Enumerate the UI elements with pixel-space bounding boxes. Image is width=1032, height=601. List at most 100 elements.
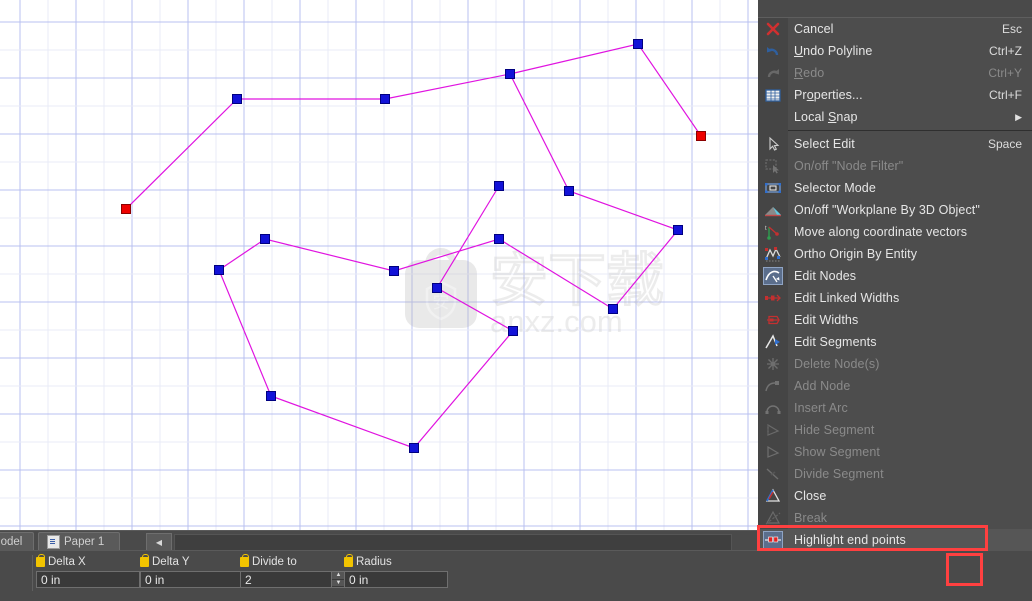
menu-item-label: Selector Mode bbox=[794, 181, 876, 195]
menu-separator bbox=[788, 130, 1032, 131]
menu-item-insert-arc: Insert Arc bbox=[758, 397, 1032, 419]
menu-item-edit-linked-widths[interactable]: Edit Linked Widths bbox=[758, 287, 1032, 309]
menu-item-on-off-workplane-by-3d-object[interactable]: On/off "Workplane By 3D Object" bbox=[758, 199, 1032, 221]
menu-item-move-along-coordinate-vectors[interactable]: t Move along coordinate vectors bbox=[758, 221, 1032, 243]
menu-item-label: Highlight end points bbox=[794, 533, 906, 547]
sheet-tab-model[interactable]: Model bbox=[0, 532, 34, 550]
menu-item-redo: Redo Ctrl+Y bbox=[758, 62, 1032, 84]
sheet-page-icon bbox=[47, 534, 60, 549]
menu-item-label: Hide Segment bbox=[794, 423, 875, 437]
menu-item-label: Local Snap bbox=[794, 110, 858, 124]
cursor-arrow-icon bbox=[763, 135, 783, 153]
spinner-divide-to[interactable]: ▲ ▼ bbox=[331, 572, 345, 587]
field-value-delta-x: 0 in bbox=[41, 572, 61, 587]
lock-icon[interactable] bbox=[240, 554, 249, 567]
menu-item-label: Insert Arc bbox=[794, 401, 848, 415]
menu-item-label: Edit Nodes bbox=[794, 269, 857, 283]
field-label-delta-x: Delta X bbox=[36, 554, 140, 569]
selector-mode-icon bbox=[763, 179, 783, 197]
field-input-delta-y[interactable]: 0 in bbox=[140, 571, 244, 588]
break-polyline-icon bbox=[763, 509, 783, 527]
sheet-tab-paper-1[interactable]: Paper 1 bbox=[38, 532, 120, 550]
menu-item-label: Add Node bbox=[794, 379, 851, 393]
menu-item-label: Undo Polyline bbox=[794, 44, 873, 58]
menu-item-on-off-node-filter: On/off "Node Filter" bbox=[758, 155, 1032, 177]
menu-item-edit-widths[interactable]: Edit Widths bbox=[758, 309, 1032, 331]
menu-item-cancel[interactable]: Cancel Esc bbox=[758, 18, 1032, 40]
close-x-icon bbox=[763, 20, 783, 38]
polyline-geometry[interactable] bbox=[0, 0, 758, 530]
menu-item-hide-segment: Hide Segment bbox=[758, 419, 1032, 441]
menu-item-label: Move along coordinate vectors bbox=[794, 225, 968, 239]
field-input-divide-to[interactable]: 2 ▲ ▼ bbox=[240, 571, 346, 588]
lock-icon[interactable] bbox=[140, 554, 149, 567]
tab-scroll-left-glyph: ◀ bbox=[155, 537, 163, 547]
menu-item-shortcut: Esc bbox=[1001, 22, 1022, 36]
node-filter-icon bbox=[763, 157, 783, 175]
properties-grid-icon bbox=[763, 86, 783, 104]
field-label-text: Radius bbox=[356, 556, 392, 568]
tab-scroll-left-button[interactable]: ◀ bbox=[146, 533, 172, 551]
field-value-radius: 0 in bbox=[349, 572, 369, 587]
undo-arrow-icon bbox=[763, 42, 783, 60]
field-input-delta-x[interactable]: 0 in bbox=[36, 571, 140, 588]
menu-item-label: Close bbox=[794, 489, 827, 503]
menu-item-label: Divide Segment bbox=[794, 467, 884, 481]
field-label-text: Delta Y bbox=[152, 556, 190, 568]
menu-item-label: Redo bbox=[794, 66, 825, 80]
menu-item-highlight-end-points[interactable]: Highlight end points bbox=[758, 529, 1032, 551]
menu-item-shortcut: Ctrl+Y bbox=[988, 66, 1022, 80]
field-value-delta-y: 0 in bbox=[145, 572, 165, 587]
tab-scroll-track[interactable] bbox=[174, 534, 732, 551]
menu-item-shortcut: Ctrl+Z bbox=[989, 44, 1022, 58]
menu-item-select-edit[interactable]: Select Edit Space bbox=[758, 133, 1032, 155]
field-input-radius[interactable]: 0 in bbox=[344, 571, 448, 588]
menu-item-label: Cancel bbox=[794, 22, 834, 36]
field-group-radius: Radius 0 in bbox=[344, 554, 448, 588]
menu-item-local-snap[interactable]: Local Snap ▶ bbox=[758, 106, 1032, 128]
menu-item-add-node: Add Node bbox=[758, 375, 1032, 397]
show-segment-icon bbox=[763, 443, 783, 461]
cad-application-window: 安 安下载 anxz.com Cancel Esc Undo Polyline Ctr… bbox=[0, 0, 1032, 601]
submenu-arrow-icon: ▶ bbox=[1015, 111, 1022, 122]
svg-text:t: t bbox=[765, 226, 767, 232]
field-group-delta-x: Delta X 0 in bbox=[36, 554, 140, 588]
menu-item-label: Select Edit bbox=[794, 137, 855, 151]
menu-item-delete-node-s: Delete Node(s) bbox=[758, 353, 1032, 375]
add-node-icon bbox=[763, 377, 783, 395]
drawing-canvas[interactable]: 安 安下载 anxz.com bbox=[0, 0, 758, 530]
menu-item-show-segment: Show Segment bbox=[758, 441, 1032, 463]
polyline-context-menu[interactable]: Cancel Esc Undo Polyline Ctrl+Z Redo Ctrl+Y Pr… bbox=[758, 17, 1032, 551]
edit-linked-widths-icon bbox=[763, 289, 783, 307]
highlight-endpoints-icon bbox=[763, 531, 783, 549]
divide-segment-icon bbox=[763, 465, 783, 483]
field-label-text: Delta X bbox=[48, 556, 86, 568]
workplane-3d-icon bbox=[763, 201, 783, 219]
menu-item-close[interactable]: Close bbox=[758, 485, 1032, 507]
delete-node-icon bbox=[763, 355, 783, 373]
field-group-delta-y: Delta Y 0 in bbox=[140, 554, 244, 588]
sheet-tab-paper-1-label: Paper 1 bbox=[64, 535, 105, 548]
menu-item-list: Cancel Esc Undo Polyline Ctrl+Z Redo Ctrl+Y Pr… bbox=[758, 18, 1032, 551]
ortho-origin-icon bbox=[763, 245, 783, 263]
edit-nodes-icon bbox=[763, 267, 783, 285]
field-label-radius: Radius bbox=[344, 554, 448, 569]
menu-item-properties[interactable]: Properties... Ctrl+F bbox=[758, 84, 1032, 106]
menu-item-ortho-origin-by-entity[interactable]: Ortho Origin By Entity bbox=[758, 243, 1032, 265]
redo-arrow-icon bbox=[763, 64, 783, 82]
field-value-divide-to: 2 bbox=[245, 572, 252, 587]
menu-item-selector-mode[interactable]: Selector Mode bbox=[758, 177, 1032, 199]
menu-item-label: On/off "Workplane By 3D Object" bbox=[794, 203, 980, 217]
parameter-bar-grip[interactable] bbox=[0, 555, 33, 591]
menu-item-edit-nodes[interactable]: Edit Nodes bbox=[758, 265, 1032, 287]
field-group-divide-to: Divide to 2 ▲ ▼ bbox=[240, 554, 346, 588]
field-label-text: Divide to bbox=[252, 556, 297, 568]
menu-item-divide-segment: Divide Segment bbox=[758, 463, 1032, 485]
menu-item-label: Properties... bbox=[794, 88, 863, 102]
menu-item-undo-polyline[interactable]: Undo Polyline Ctrl+Z bbox=[758, 40, 1032, 62]
lock-icon[interactable] bbox=[36, 554, 45, 567]
menu-item-label: Delete Node(s) bbox=[794, 357, 880, 371]
menu-item-label: Ortho Origin By Entity bbox=[794, 247, 918, 261]
menu-item-edit-segments[interactable]: Edit Segments bbox=[758, 331, 1032, 353]
lock-icon[interactable] bbox=[344, 554, 353, 567]
